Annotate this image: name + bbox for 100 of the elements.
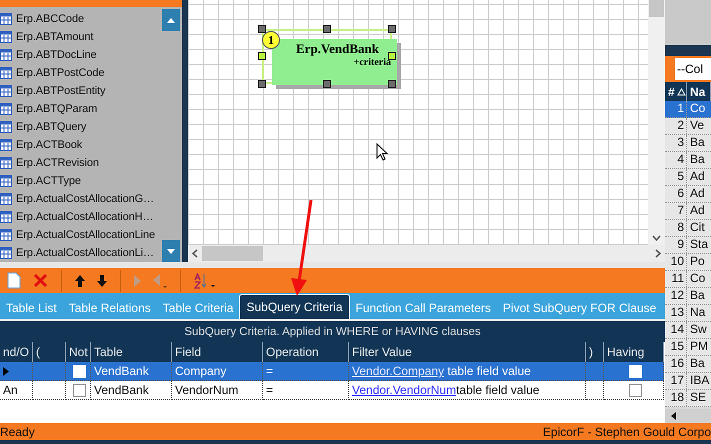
column-row[interactable]: 11 Co — [665, 271, 711, 288]
row-number: 4 — [665, 152, 687, 168]
delete-icon — [33, 273, 48, 288]
table-cell: Company — [172, 362, 263, 381]
row-number: 2 — [665, 118, 687, 134]
column-header[interactable]: ) — [586, 342, 604, 362]
row-number: 3 — [665, 135, 687, 151]
table-list-item[interactable]: Erp.ActualCostAllocationLi… — [16, 247, 154, 259]
table-icon — [0, 85, 12, 97]
row-number: 1 — [665, 101, 687, 117]
column-name: Ad — [689, 186, 706, 202]
sort-ascending-icon — [676, 88, 686, 96]
column-row[interactable]: 4 Ba — [665, 152, 711, 169]
table-list-item[interactable]: Erp.ACTRevision — [16, 157, 99, 169]
column-row[interactable]: 12 Ba — [665, 288, 711, 305]
column-header[interactable]: Not — [66, 342, 91, 362]
column-filter-field[interactable]: --Col — [675, 58, 711, 80]
up-arrow-icon — [75, 274, 85, 286]
column-row[interactable]: 7 Ad — [665, 203, 711, 220]
row-number: 17 — [665, 373, 687, 389]
resize-handle[interactable] — [388, 80, 396, 88]
table-icon — [0, 49, 12, 61]
column-row[interactable]: 3 Ba — [665, 135, 711, 152]
column-row[interactable]: 1 Co — [665, 101, 711, 118]
resize-handle[interactable] — [323, 25, 331, 33]
column-row[interactable]: 9 Sta — [665, 237, 711, 254]
scroll-down-button[interactable] — [162, 240, 180, 262]
scroll-up-button[interactable] — [162, 9, 180, 31]
column-row[interactable]: 17 IBA — [665, 373, 711, 390]
column-name: Co — [689, 101, 706, 117]
column-header[interactable]: Operation — [263, 342, 349, 362]
column-name: Na — [689, 305, 706, 321]
table-list-item[interactable]: Erp.ABTAmount — [16, 31, 94, 43]
resize-handle[interactable] — [388, 52, 396, 60]
column-row[interactable]: 10 Po — [665, 254, 711, 271]
down-caret-icon — [167, 248, 175, 254]
resize-handle[interactable] — [258, 52, 266, 60]
column-name: Ad — [689, 203, 706, 219]
row-number: 16 — [665, 356, 687, 372]
table-list-item[interactable]: Erp.ABCCode — [16, 13, 84, 25]
scroll-right-icon[interactable] — [655, 249, 661, 258]
column-name: Co — [689, 271, 706, 287]
column-header[interactable]: Table — [91, 342, 172, 362]
row-number: 8 — [665, 220, 687, 236]
column-row[interactable]: 2 Ve — [665, 118, 711, 135]
row-number: 15 — [665, 339, 687, 355]
pointer-icon — [376, 143, 388, 161]
table-icon — [0, 193, 12, 205]
table-list-item[interactable]: Erp.ActualCostAllocationG… — [16, 193, 154, 205]
column-row[interactable]: 6 Ad — [665, 186, 711, 203]
scroll-left-icon[interactable] — [671, 412, 676, 420]
status-company: EpicorF - Stephen Gould Corpo — [542, 424, 711, 438]
column-row[interactable]: 13 Na — [665, 305, 711, 322]
resize-handle[interactable] — [258, 80, 266, 88]
resize-handle[interactable] — [388, 25, 396, 33]
table-icon — [0, 31, 12, 43]
tab[interactable]: SubQuery Criteria — [239, 294, 350, 319]
having-checkbox[interactable] — [628, 384, 642, 396]
row-number: 7 — [665, 203, 687, 219]
table-list-item[interactable]: Erp.ACTType — [16, 175, 81, 187]
column-name: IBA — [689, 373, 710, 389]
scrollbar-thumb[interactable] — [202, 246, 263, 261]
down-arrow-icon — [97, 274, 107, 286]
table-list-item[interactable]: Erp.ABTPostEntity — [16, 85, 106, 97]
not-checkbox[interactable] — [73, 384, 86, 396]
scroll-left-icon[interactable] — [192, 249, 198, 258]
new-document-icon — [7, 272, 21, 289]
resize-handle[interactable] — [323, 80, 331, 88]
table-node[interactable]: Erp.VendBank +criteria — [272, 39, 397, 85]
column-row[interactable]: 5 Ad — [665, 169, 711, 186]
table-icon — [0, 103, 12, 115]
table-list-item[interactable]: Erp.ABTQuery — [16, 121, 86, 133]
table-list-item[interactable]: Erp.ACTBook — [16, 139, 82, 151]
column-row[interactable]: 15 PM — [665, 339, 711, 356]
column-header[interactable]: nd/O — [0, 342, 33, 362]
column-row[interactable]: 18 SE — [665, 390, 711, 407]
row-number: 6 — [665, 186, 687, 202]
column-name: Sta — [689, 237, 710, 253]
column-row[interactable]: 8 Cit — [665, 220, 711, 237]
table-list-item[interactable]: Erp.ABTQParam — [16, 103, 98, 115]
table-icon — [0, 157, 12, 169]
table-list-item[interactable]: Erp.ABTDocLine — [16, 49, 97, 61]
table-list-item[interactable]: Erp.ABTPostCode — [16, 67, 104, 79]
scroll-down-icon[interactable] — [652, 235, 661, 241]
field-link[interactable]: Vendor.Company — [352, 364, 444, 378]
column-name: SE — [689, 390, 708, 406]
field-link[interactable]: Vendor.VendorNum — [352, 383, 456, 397]
column-row[interactable]: 16 Ba — [665, 356, 711, 373]
current-row-icon — [3, 366, 9, 376]
table-list-item[interactable]: Erp.ActualCostAllocationLine — [16, 229, 156, 241]
table-cell: An — [0, 381, 33, 400]
column-header[interactable]: Having — [604, 342, 664, 362]
table-list-item[interactable]: Erp.ActualCostAllocationH… — [16, 211, 154, 223]
column-row[interactable]: 14 Sw — [665, 322, 711, 339]
column-header[interactable]: Field — [172, 342, 263, 362]
resize-handle[interactable] — [258, 25, 266, 33]
column-header[interactable]: ( — [33, 342, 66, 362]
column-header[interactable]: Filter Value — [349, 342, 586, 362]
table-cell: VendBank — [91, 381, 172, 400]
scrollbar-thumb[interactable] — [649, 0, 664, 17]
